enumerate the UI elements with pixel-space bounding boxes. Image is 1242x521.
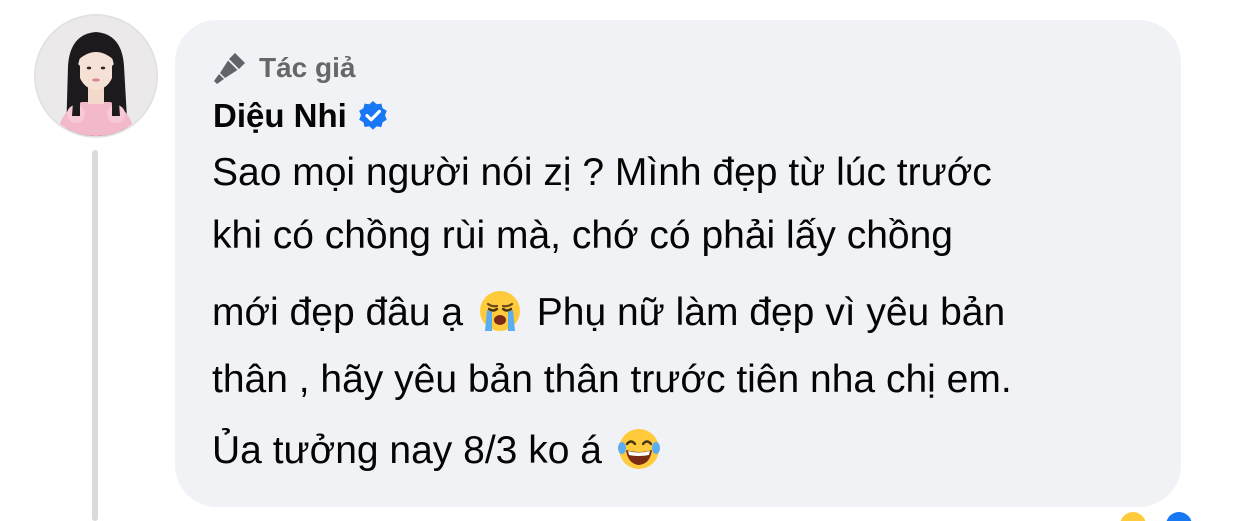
loudly-crying-face-emoji xyxy=(479,291,520,331)
author-badge: Tác giả xyxy=(213,50,355,86)
author-row: Diệu Nhi xyxy=(213,94,389,138)
comment-text-segment: Phụ nữ làm đẹp vì yêu bản xyxy=(536,291,1006,334)
microphone-icon xyxy=(214,53,245,84)
thread-connector-line xyxy=(92,150,98,521)
author-name[interactable]: Diệu Nhi xyxy=(213,97,347,135)
comment-bubble: Tác giả Diệu Nhi Sao mọi người nói zị ? … xyxy=(175,20,1181,507)
face-with-tears-of-joy-emoji xyxy=(617,429,660,469)
comment-text-line: mới đẹp đâu ạ Phụ nữ làm đẹp vì yêu bản xyxy=(212,289,1005,337)
comment-text-line: Ủa tưởng nay 8/3 ko á xyxy=(212,427,665,475)
comment-text-line: khi có chồng rùi mà, chớ có phải lấy chồ… xyxy=(212,214,953,257)
comment-text-line: thân , hãy yêu bản thân trước tiên nha c… xyxy=(212,358,1012,401)
comment-text-segment: Ủa tưởng nay 8/3 ko á xyxy=(212,429,602,472)
avatar-image xyxy=(36,16,156,136)
author-badge-label: Tác giả xyxy=(259,52,356,83)
comment-text-segment: mới đẹp đâu ạ xyxy=(212,291,464,334)
comment-thread: Tác giả Diệu Nhi Sao mọi người nói zị ? … xyxy=(0,0,1242,521)
reaction-icon[interactable] xyxy=(1120,512,1146,521)
avatar[interactable] xyxy=(36,16,156,136)
reaction-icon[interactable] xyxy=(1166,512,1192,521)
verified-badge-icon xyxy=(359,101,387,130)
comment-text-line: Sao mọi người nói zị ? Mình đẹp từ lúc t… xyxy=(212,151,992,194)
